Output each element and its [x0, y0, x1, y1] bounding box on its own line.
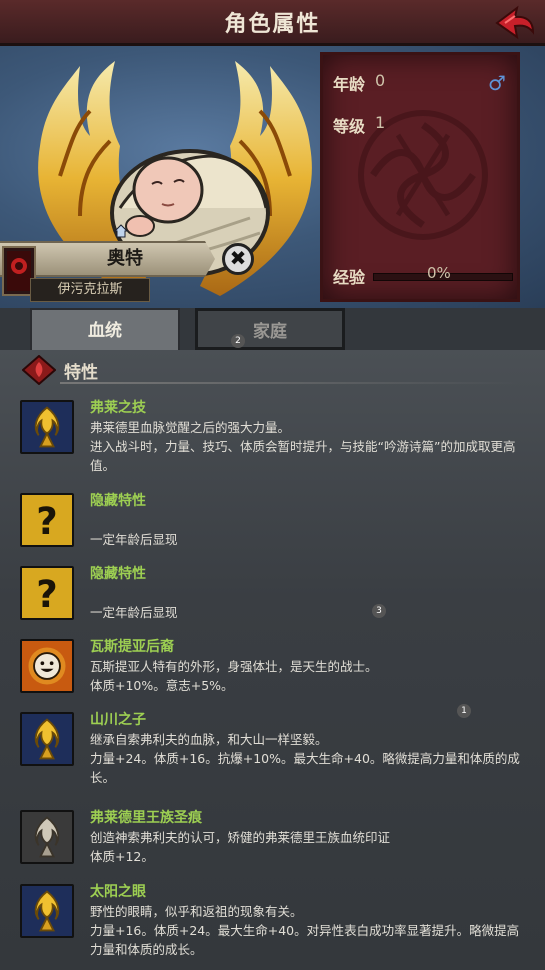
trait-desc: 一定年龄后显现 [90, 532, 178, 547]
section-label: 特性 [64, 362, 98, 383]
male-icon: ♂ [488, 71, 506, 95]
flame-diamond-icon [22, 355, 56, 385]
golden-flame-icon [20, 400, 74, 454]
back-arrow-icon [495, 5, 535, 40]
trait-desc: 弗莱德里血脉觉醒之后的强大力量。 进入战斗时，力量、技巧、体质会暂时提升，与技能… [90, 420, 516, 473]
back-button[interactable] [495, 4, 535, 42]
level-label: 等级 [333, 117, 366, 136]
stats-tapestry: 年龄 0 ♂ 等级 1 经验 0% [320, 52, 520, 302]
trait-name: 瓦斯提亚后裔 [90, 639, 174, 655]
house-name: 伊污克拉斯 [30, 278, 150, 302]
golden-flame-icon [20, 884, 74, 938]
trait-name: 隐藏特性 [90, 566, 146, 582]
svg-text:?: ? [36, 573, 57, 616]
tab-bar: 血统 家庭 2 [0, 308, 545, 350]
svg-text:?: ? [36, 500, 57, 543]
character-name: 奥特 [107, 248, 143, 269]
trait-name: 太阳之眼 [90, 884, 146, 900]
age-label: 年龄 [333, 75, 366, 94]
trait-desc: 瓦斯提亚人特有的外形，身强体壮，是天生的战士。 体质+10%。意志+5%。 [90, 659, 378, 693]
trait-name: 弗莱德里王族圣痕 [90, 810, 202, 826]
tab-bloodline[interactable]: 血统 [30, 308, 180, 350]
age-value: 0 [375, 71, 386, 90]
home-icon [114, 224, 128, 238]
celtic-knot-icon [358, 110, 488, 240]
trait-name: 山川之子 [90, 712, 146, 728]
xp-value: 0% [427, 264, 451, 282]
dismiss-button[interactable]: ✖ [222, 243, 254, 275]
trait-desc: 创造神索弗利夫的认可，矫健的弗莱德里王族血统印证 体质+12。 [90, 830, 391, 864]
silver-flame-icon [20, 810, 74, 864]
xp-label: 经验 [333, 268, 366, 287]
badge: 1 [457, 704, 471, 718]
trait-desc: 野性的眼睛，似乎和返祖的现象有关。 力量+16。体质+24。最大生命+40。对异… [90, 904, 520, 957]
level-value: 1 [375, 113, 386, 132]
trait-desc: 一定年龄后显现 [90, 605, 178, 620]
trait-name: 隐藏特性 [90, 493, 146, 509]
question-mark-icon: ? [20, 493, 74, 547]
trait-name: 弗莱之技 [90, 400, 146, 416]
question-mark-icon: ? [20, 566, 74, 620]
page-title: 角色属性 [224, 11, 321, 37]
badge: 2 [231, 334, 245, 348]
golden-flame-icon [20, 712, 74, 766]
traits-panel: 特性 3 1 弗莱之技 弗莱德里血脉觉醒之后的强大力量。 进入战斗时，力量、技巧… [0, 350, 545, 970]
smiley-sun-icon [20, 639, 74, 693]
character-portrait-panel: 奥特 伊污克拉斯 ✖ 年龄 0 ♂ 等级 1 经验 0% [0, 46, 545, 308]
trait-desc: 继承自索弗利夫的血脉，和大山一样坚毅。 力量+24。体质+16。抗爆+10%。最… [90, 732, 520, 785]
tab-family[interactable]: 家庭 [195, 308, 345, 350]
divider [60, 382, 520, 384]
header-bar: 角色属性 [0, 0, 545, 46]
section-header: 特性 [22, 355, 98, 385]
